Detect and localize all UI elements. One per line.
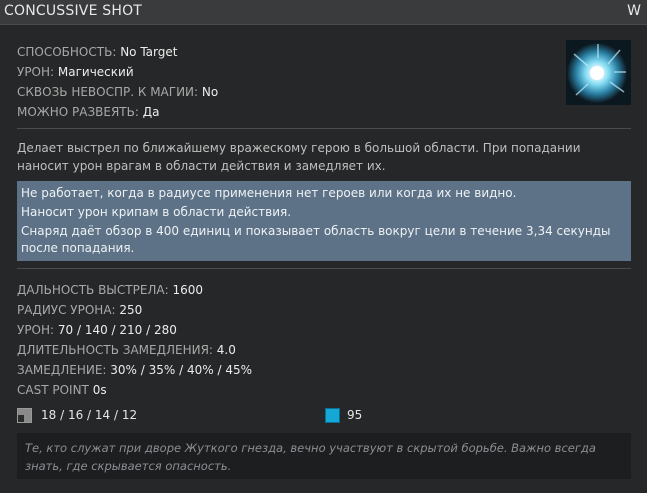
stat-value: 1600 [172, 283, 204, 297]
cooldown-icon [17, 408, 32, 423]
ability-notes: Не работает, когда в радиусе применения … [17, 181, 631, 261]
ability-lore: Те, кто служат при дворе Жуткого гнезда,… [17, 433, 631, 479]
note-item: Не работает, когда в радиусе применения … [21, 186, 517, 200]
property-label: МОЖНО РАЗВЕЯТЬ: [17, 105, 139, 119]
note-item: Снаряд даёт обзор в 400 единиц и показыв… [21, 224, 611, 255]
stat-value: 70 / 140 / 210 / 280 [57, 323, 177, 337]
ability-icon-art [566, 40, 631, 105]
stat-value: 4.0 [216, 343, 236, 357]
ability-hotkey: W [627, 3, 641, 19]
ability-stats: ДАЛЬНОСТЬ ВЫСТРЕЛА: 1600 РАДИУС УРОНА: 2… [17, 280, 252, 400]
cooldown-icon-art [18, 409, 31, 422]
tooltip-header: CONCUSSIVE SHOT W [0, 0, 647, 25]
stat-label: РАДИУС УРОНА: [17, 303, 116, 317]
stat-label: ДАЛЬНОСТЬ ВЫСТРЕЛА: [17, 283, 169, 297]
stat-row: УРОН: 70 / 140 / 210 / 280 [17, 320, 252, 340]
concussive-shot-icon [566, 40, 631, 105]
property-label: СПОСОБНОСТЬ: [17, 45, 117, 59]
property-row: МОЖНО РАЗВЕЯТЬ: Да [17, 102, 218, 122]
stat-label: CAST POINT [17, 383, 89, 397]
ability-tooltip: CONCUSSIVE SHOT W СПОСОБНОСТЬ: No Target… [0, 0, 647, 493]
property-value: No Target [120, 45, 178, 59]
mana-icon [325, 408, 340, 423]
stat-value: 30% / 35% / 40% / 45% [110, 363, 252, 377]
separator [17, 128, 631, 129]
stat-label: УРОН: [17, 323, 55, 337]
stat-value: 0s [92, 383, 107, 397]
property-row: СКВОЗЬ НЕВОСПР. К МАГИИ: No [17, 82, 218, 102]
stat-row: РАДИУС УРОНА: 250 [17, 300, 252, 320]
note-item: Наносит урон крипам в области действия. [21, 205, 292, 219]
property-label: СКВОЗЬ НЕВОСПР. К МАГИИ: [17, 85, 199, 99]
ability-title: CONCUSSIVE SHOT [4, 3, 143, 19]
separator [17, 268, 631, 269]
property-value: No [201, 85, 219, 99]
stat-label: ДЛИТЕЛЬНОСТЬ ЗАМЕДЛЕНИЯ: [17, 343, 213, 357]
stat-row: ДАЛЬНОСТЬ ВЫСТРЕЛА: 1600 [17, 280, 252, 300]
property-row: УРОН: Магический [17, 62, 218, 82]
stat-row: CAST POINT 0s [17, 380, 252, 400]
ability-description: Делает выстрел по ближайшему вражескому … [17, 141, 581, 173]
stat-value: 250 [119, 303, 143, 317]
ability-costs: 18 / 16 / 14 / 12 95 [17, 406, 631, 426]
stat-label: ЗАМЕДЛЕНИЕ: [17, 363, 107, 377]
property-value: Магический [57, 65, 134, 79]
property-value: Да [142, 105, 160, 119]
ability-properties: СПОСОБНОСТЬ: No Target УРОН: Магический … [17, 42, 218, 122]
stat-row: ЗАМЕДЛЕНИЕ: 30% / 35% / 40% / 45% [17, 360, 252, 380]
cooldown-value: 18 / 16 / 14 / 12 [41, 408, 138, 422]
stat-row: ДЛИТЕЛЬНОСТЬ ЗАМЕДЛЕНИЯ: 4.0 [17, 340, 252, 360]
property-row: СПОСОБНОСТЬ: No Target [17, 42, 218, 62]
property-label: УРОН: [17, 65, 55, 79]
mana-cost-value: 95 [347, 408, 363, 422]
